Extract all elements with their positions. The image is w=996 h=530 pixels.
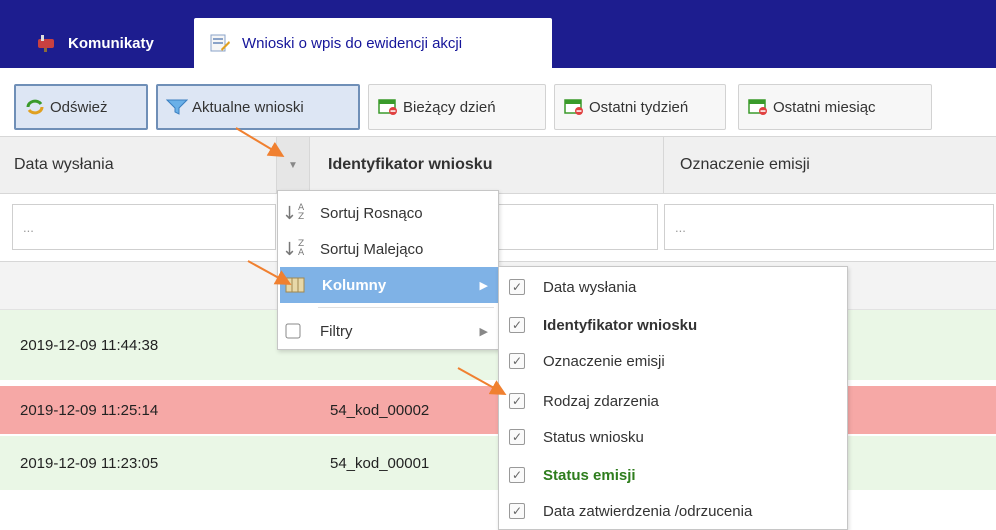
calendar-delete-icon (563, 98, 585, 116)
column-toggle-label: Status wniosku (543, 428, 644, 446)
header-data-wyslania[interactable]: Data wysłania (0, 137, 276, 193)
row-date: 2019-12-09 11:25:14 (20, 401, 159, 419)
filter-oznaczenie-value: ... (675, 219, 686, 235)
filter-icon (166, 98, 188, 116)
columns-icon (284, 274, 306, 296)
tab-komunikaty[interactable]: Komunikaty (16, 18, 188, 68)
calendar-delete-icon (747, 98, 769, 116)
column-toggle-status-wniosku[interactable]: ✓ Status wniosku (499, 419, 847, 455)
row-id: 54_kod_00001 (330, 454, 430, 472)
menu-sort-asc[interactable]: ↓ A Z Sortuj Rosnąco (278, 195, 498, 231)
last-month-button[interactable]: Ostatni miesiąc (738, 84, 932, 130)
last-week-button[interactable]: Ostatni tydzień (554, 84, 726, 130)
filter-data-wyslania[interactable]: ... (12, 204, 276, 250)
dropdown-arrow-icon: ▼ (288, 159, 298, 171)
refresh-label: Odśwież (50, 98, 108, 116)
grid-header: Data wysłania ▼ Identyfikator wniosku Oz… (0, 136, 996, 194)
tab-wnioski[interactable]: Wnioski o wpis do ewidencji akcji (194, 18, 552, 68)
column-toggle-label: Identyfikator wniosku (543, 316, 698, 334)
column-toggle-label: Oznaczenie emisji (543, 352, 665, 370)
menu-columns-label: Kolumny (322, 276, 387, 294)
columns-submenu: ✓ Data wysłania ✓ Identyfikator wniosku … (498, 266, 848, 530)
column-toggle-label: Data zatwierdzenia /odrzucenia (543, 502, 753, 520)
checkbox-checked-icon: ✓ (509, 353, 525, 369)
tab-wnioski-label: Wnioski o wpis do ewidencji akcji (242, 34, 463, 52)
checkbox-checked-icon: ✓ (509, 279, 525, 295)
checkbox-checked-icon: ✓ (509, 393, 525, 409)
submenu-arrow-icon: ▶ (479, 279, 488, 292)
checkbox-checked-icon: ✓ (509, 467, 525, 483)
checkbox-icon (282, 320, 304, 342)
menu-filters-label: Filtry (320, 322, 353, 340)
column-context-menu: ↓ A Z Sortuj Rosnąco ↓ Z A Sortuj Malejąco K… (277, 190, 499, 350)
last-month-label: Ostatni miesiąc (773, 98, 876, 116)
column-toggle-label: Data wysłania (543, 278, 637, 296)
menu-sort-desc-label: Sortuj Malejąco (320, 240, 424, 258)
filter-oznaczenie[interactable]: ... (664, 204, 994, 250)
column-toggle-data-zatwierdzenia[interactable]: ✓ Data zatwierdzenia /odrzucenia (499, 493, 847, 529)
current-requests-label: Aktualne wnioski (192, 98, 304, 116)
checkbox-checked-icon: ✓ (509, 503, 525, 519)
column-toggle-identyfikator[interactable]: ✓ Identyfikator wniosku (499, 307, 847, 343)
document-edit-icon (208, 33, 232, 53)
checkbox-checked-icon: ✓ (509, 317, 525, 333)
tab-bar: Komunikaty Wnioski o wpis do ewidencji a… (0, 0, 996, 68)
today-label: Bieżący dzień (403, 98, 496, 116)
header-data-wyslania-label: Data wysłania (14, 156, 114, 173)
column-toggle-label: Rodzaj zdarzenia (543, 392, 659, 410)
column-toggle-data-wyslania[interactable]: ✓ Data wysłania (499, 269, 847, 305)
filter-data-wyslania-value: ... (23, 219, 34, 235)
sort-desc-icon: ↓ Z A (281, 238, 305, 260)
column-toggle-rodzaj[interactable]: ✓ Rodzaj zdarzenia (499, 383, 847, 419)
column-menu-trigger[interactable]: ▼ (276, 137, 310, 193)
menu-sort-asc-label: Sortuj Rosnąco (320, 204, 423, 222)
menu-sort-desc[interactable]: ↓ Z A Sortuj Malejąco (278, 231, 498, 267)
last-week-label: Ostatni tydzień (589, 98, 689, 116)
checkbox-checked-icon: ✓ (509, 429, 525, 445)
menu-columns[interactable]: Kolumny ▶ (280, 267, 498, 303)
menu-divider (318, 307, 494, 308)
sort-asc-icon: ↓ A Z (281, 202, 305, 224)
header-oznaczenie-label: Oznaczenie emisji (680, 156, 810, 173)
today-button[interactable]: Bieżący dzień (368, 84, 546, 130)
header-oznaczenie[interactable]: Oznaczenie emisji (664, 137, 996, 193)
refresh-icon (24, 98, 46, 116)
column-toggle-oznaczenie[interactable]: ✓ Oznaczenie emisji (499, 343, 847, 379)
current-requests-button[interactable]: Aktualne wnioski (156, 84, 360, 130)
mailbox-icon (34, 33, 58, 53)
calendar-delete-icon (377, 98, 399, 116)
tab-komunikaty-label: Komunikaty (68, 34, 154, 52)
row-id: 54_kod_00002 (330, 401, 430, 419)
header-identyfikator-label: Identyfikator wniosku (328, 156, 493, 173)
toolbar: Odśwież Aktualne wnioski Bieżący dzień O… (0, 68, 996, 136)
submenu-arrow-icon: ▶ (479, 325, 488, 338)
header-identyfikator[interactable]: Identyfikator wniosku (310, 137, 664, 193)
column-toggle-status-emisji[interactable]: ✓ Status emisji (499, 457, 847, 493)
row-date: 2019-12-09 11:23:05 (20, 454, 159, 472)
menu-filters[interactable]: Filtry ▶ (278, 313, 498, 349)
refresh-button[interactable]: Odśwież (14, 84, 148, 130)
column-toggle-label: Status emisji (543, 466, 636, 484)
row-date: 2019-12-09 11:44:38 (20, 336, 159, 354)
